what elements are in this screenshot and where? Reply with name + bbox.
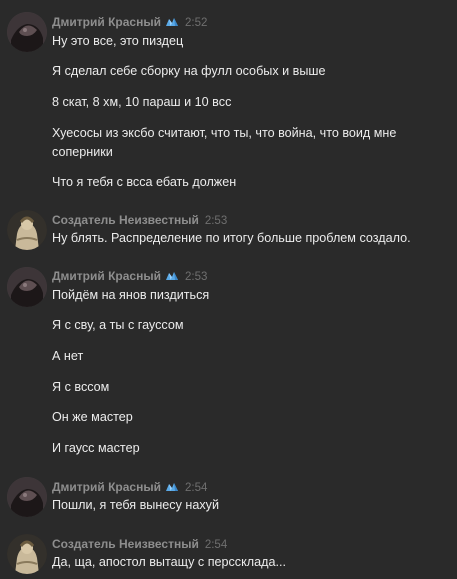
message-text: И гаусс мастер xyxy=(52,441,140,455)
message-timestamp: 2:53 xyxy=(184,271,208,283)
message-text: Я сделал себе сборку на фулл особых и вы… xyxy=(52,64,326,78)
message-text: Я с сву, а ты с гауссом xyxy=(52,318,184,332)
message-text: Пойдём на янов пиздиться xyxy=(52,288,210,302)
ice-crystal-icon xyxy=(165,481,179,493)
message-text: А нет xyxy=(52,349,84,363)
message-timestamp: 2:53 xyxy=(204,215,228,227)
message-text: Что я тебя с всса ебать должен xyxy=(52,175,237,189)
avatar-dmitriy[interactable] xyxy=(7,12,47,52)
message-text: 8 скат, 8 хм, 10 параш и 10 вcс xyxy=(52,95,232,109)
message-author[interactable]: Создатель Неизвестный xyxy=(52,537,199,551)
avatar-dmitriy[interactable] xyxy=(7,267,47,307)
avatar-creator[interactable] xyxy=(7,210,47,250)
message-text: Да, ща, апостол вытащу с перссклада... xyxy=(52,555,286,569)
message-timestamp: 2:54 xyxy=(204,539,228,551)
message-author[interactable]: Дмитрий Красный xyxy=(52,15,161,29)
chat-history: Дмитрий Красный 2:52 Ну это все, это пизд… xyxy=(0,0,457,579)
avatar-creator[interactable] xyxy=(7,534,47,574)
message-author[interactable]: Создатель Неизвестный xyxy=(52,213,199,227)
message-author[interactable]: Дмитрий Красный xyxy=(52,269,161,283)
ice-crystal-icon xyxy=(165,270,179,282)
message-timestamp: 2:54 xyxy=(184,482,208,494)
message-timestamp: 2:52 xyxy=(184,17,208,29)
avatar-dmitriy[interactable] xyxy=(7,477,47,517)
message-text: Ну это все, это пиздец xyxy=(52,34,184,48)
message-text: Ну блять. Распределение по итогу больше … xyxy=(52,231,411,245)
message-author[interactable]: Дмитрий Красный xyxy=(52,480,161,494)
message-text: Хуесосы из эксбо считают, что ты, что во… xyxy=(52,126,397,159)
message-text: Пошли, я тебя вынесу нахуй xyxy=(52,498,219,512)
message-text: Я с вссом xyxy=(52,380,110,394)
message-text: Он же мастер xyxy=(52,410,133,424)
ice-crystal-icon xyxy=(165,16,179,28)
